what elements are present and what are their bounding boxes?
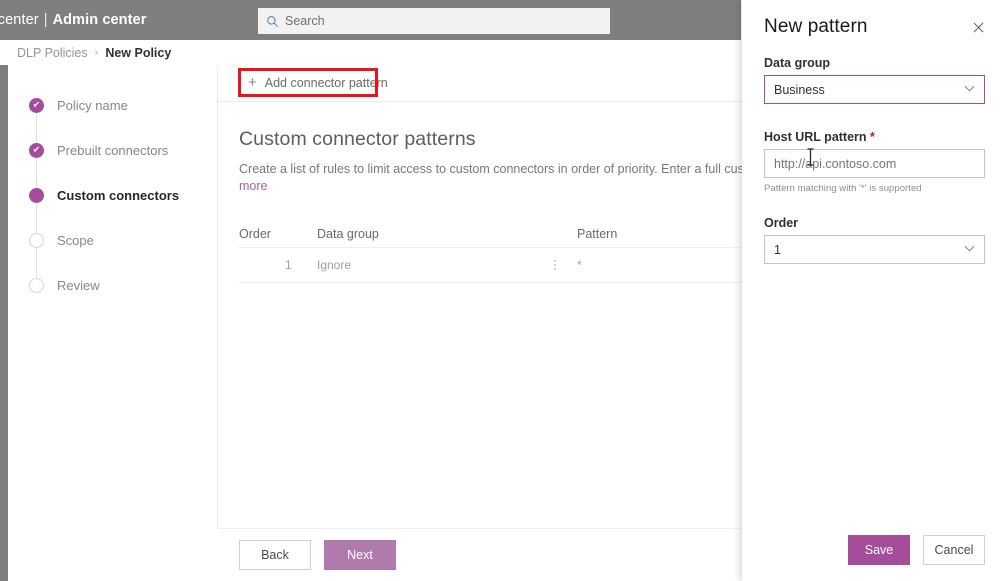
host-url-placeholder: http://api.contoso.com [774,156,897,171]
close-icon[interactable] [967,16,989,38]
sidebar-item-label: Review [57,278,100,293]
next-button[interactable]: Next [324,540,396,570]
step-status-todo-icon [29,233,44,248]
save-button[interactable]: Save [848,535,910,565]
row-more-actions-button[interactable] [532,260,577,271]
panel-body: Data group Business Host URL pattern * h… [742,38,1007,264]
sidebar-item-label: Custom connectors [57,188,180,203]
search-placeholder: Search [285,14,325,28]
host-url-input[interactable]: http://api.contoso.com [764,149,985,178]
order-select[interactable]: 1 [764,235,985,264]
chevron-down-icon [964,85,975,95]
order-label: Order [764,216,799,230]
back-button[interactable]: Back [239,540,311,570]
search-box[interactable]: Search [258,8,610,34]
panel-footer: Save Cancel [742,519,1007,581]
suite-title-main: Admin center [52,12,147,28]
data-group-value: Business [774,82,825,97]
host-url-label: Host URL pattern * [764,130,985,144]
sidebar-item-custom-connectors[interactable]: Custom connectors [8,173,217,218]
cell-order: 1 [285,258,292,273]
search-icon [259,15,285,28]
suite-title-separator: | [43,12,48,28]
chevron-down-icon [964,245,975,255]
host-url-label-text: Host URL pattern [764,130,867,144]
cell-data-group: Ignore [317,258,352,273]
field-spacer [764,194,985,216]
suite-title: min center|Admin center [0,12,146,28]
breadcrumb-current: New Policy [105,45,172,60]
check-icon: ✔ [32,99,41,110]
panel-header: New pattern [742,0,1007,38]
add-connector-pattern-label: Add connector pattern [264,76,388,90]
suite-title-truncated: min center [0,12,39,28]
add-connector-pattern-button[interactable]: + Add connector pattern [239,68,397,98]
step-status-done-icon: ✔ [29,143,44,158]
app-root: min center|Admin center Search DLP Polic… [0,0,1007,581]
sidebar-item-label: Scope [57,233,94,248]
breadcrumb: DLP Policies › New Policy [0,40,741,65]
field-spacer [764,104,985,130]
wizard-step-sidebar: ✔ Policy name ✔ Prebuilt connectors Cust… [8,65,218,528]
left-rail [0,65,8,581]
column-header-data-group[interactable]: Data group [317,227,532,241]
host-url-hint: Pattern matching with '*' is supported [764,183,922,194]
data-group-select[interactable]: Business [764,75,985,104]
step-status-done-icon: ✔ [29,98,44,113]
step-status-current-icon [29,188,44,203]
order-field: Order 1 [764,216,985,264]
required-marker: * [870,130,875,144]
host-url-field: Host URL pattern * http://api.contoso.co… [764,130,985,194]
sidebar-item-prebuilt-connectors[interactable]: ✔ Prebuilt connectors [8,128,217,173]
breadcrumb-parent-link[interactable]: DLP Policies [17,46,88,60]
step-status-todo-icon [29,278,44,293]
breadcrumb-separator-icon: › [94,46,99,59]
panel-title: New pattern [764,16,868,37]
plus-icon: + [248,73,257,91]
cancel-button[interactable]: Cancel [923,535,985,565]
sidebar-item-review[interactable]: Review [8,263,217,308]
sidebar-item-scope[interactable]: Scope [8,218,217,263]
sidebar-item-policy-name[interactable]: ✔ Policy name [8,83,217,128]
more-vertical-icon [553,260,556,271]
data-group-field: Data group Business [764,56,985,104]
column-header-order[interactable]: Order [239,227,317,241]
order-value: 1 [774,242,781,257]
new-pattern-panel: New pattern Data group Business Host URL… [742,0,1007,581]
check-icon: ✔ [32,144,41,155]
data-group-label: Data group [764,56,830,70]
sidebar-item-label: Prebuilt connectors [57,143,169,158]
sidebar-item-label: Policy name [57,98,128,113]
